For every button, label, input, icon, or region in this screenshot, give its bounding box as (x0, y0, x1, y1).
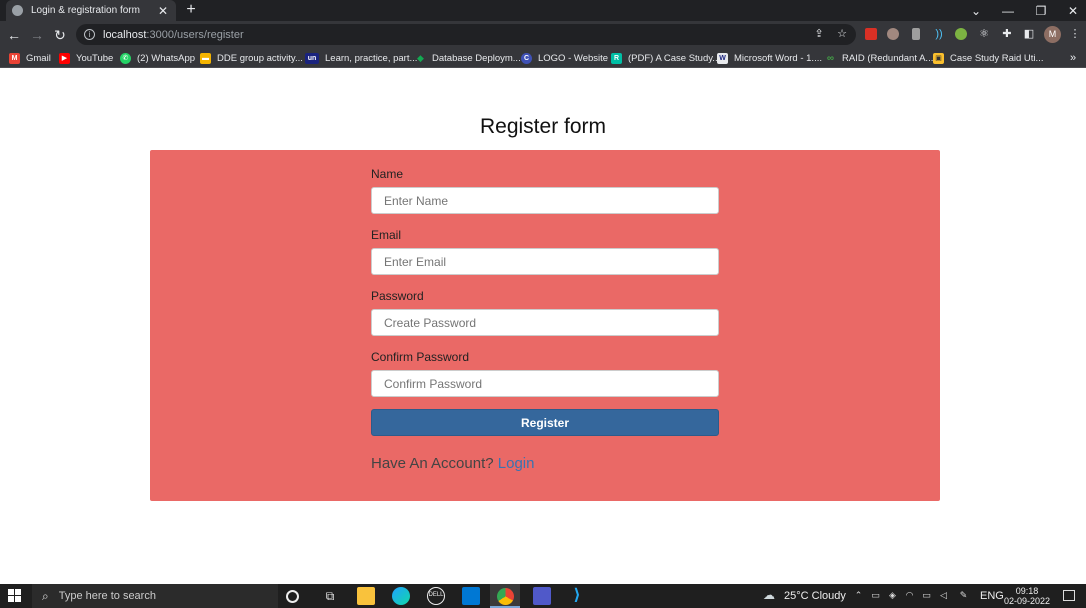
windows-taskbar: ⌕ Type here to search ⧉ DELL ⟩ ☁ 25°C Cl… (0, 584, 1086, 608)
word-doc-icon: W (717, 52, 728, 64)
bookmark-mongodb[interactable]: ◆ Database Deploym... (415, 51, 521, 65)
menu-kebab-icon[interactable]: ⋮ (1068, 27, 1082, 41)
globe-icon (12, 5, 23, 16)
bookmark-whatsapp[interactable]: ✆ (2) WhatsApp (120, 51, 195, 65)
profile-avatar[interactable]: M (1044, 26, 1061, 43)
have-account-row: Have An Account? Login (371, 455, 534, 472)
password-input[interactable] (371, 309, 719, 336)
taskbar-search-placeholder: Type here to search (58, 590, 156, 602)
doc-icon: ▣ (933, 52, 944, 64)
bookmarks-bar: M Gmail ▶ YouTube ✆ (2) WhatsApp ▬ DDE g… (0, 48, 1086, 68)
register-button[interactable]: Register (371, 409, 719, 436)
windows-start-icon[interactable] (8, 589, 22, 603)
meet-now-icon[interactable]: ▭ (870, 590, 881, 601)
extension-wave-icon[interactable]: )) (932, 27, 946, 41)
close-icon[interactable]: ✕ (156, 4, 170, 18)
register-form-card: Name Email Password Confirm Password Reg… (150, 150, 940, 501)
vscode-icon[interactable]: ⟩ (568, 587, 586, 605)
weather-text[interactable]: 25°C Cloudy (784, 584, 846, 608)
mongodb-leaf-icon: ◆ (417, 52, 424, 63)
file-explorer-icon[interactable] (357, 587, 375, 605)
volume-muted-icon[interactable]: ◁ (938, 590, 949, 601)
browser-tab[interactable]: Login & registration form ✕ (6, 0, 176, 21)
tab-title: Login & registration form (31, 5, 140, 16)
youtube-icon: ▶ (59, 52, 70, 64)
notifications-icon[interactable] (1063, 590, 1075, 601)
clock[interactable]: 09:18 02-09-2022 (1002, 586, 1052, 606)
infinity-icon: ∞ (826, 52, 835, 64)
share-icon[interactable]: ⇪ (812, 27, 826, 41)
url-host: localhost (103, 28, 147, 41)
bookmark-logo-website[interactable]: C LOGO - Website (521, 51, 608, 65)
extension-tree-icon[interactable] (955, 28, 967, 40)
mail-icon[interactable] (462, 587, 480, 605)
battery-icon[interactable]: ▭ (921, 590, 932, 601)
gmail-icon: M (9, 52, 20, 64)
bookmark-unstop[interactable]: un Learn, practice, part... (305, 51, 417, 65)
site-info-icon[interactable]: i (84, 29, 95, 40)
edge-icon[interactable] (392, 587, 410, 605)
page-title: Register form (479, 115, 607, 138)
language-indicator[interactable]: ENG (980, 584, 1004, 608)
login-link[interactable]: Login (498, 455, 535, 472)
cortana-icon[interactable] (286, 590, 299, 603)
bookmark-gmail[interactable]: M Gmail (9, 51, 51, 65)
clock-time: 09:18 (1015, 586, 1039, 596)
email-label: Email (371, 228, 402, 242)
bookmark-dde-group[interactable]: ▬ DDE group activity... (200, 51, 303, 65)
bookmarks-overflow-icon[interactable]: » (1070, 51, 1076, 65)
chrome-icon[interactable] (497, 588, 514, 605)
have-account-text: Have An Account? (371, 455, 494, 472)
dell-icon[interactable]: DELL (427, 587, 445, 605)
pen-icon[interactable]: ✎ (958, 590, 969, 601)
unstop-icon: un (305, 52, 319, 64)
wifi-icon[interactable]: ◠ (904, 590, 915, 601)
bookmark-youtube[interactable]: ▶ YouTube (59, 51, 113, 65)
teams-tray-icon[interactable]: ◈ (887, 590, 898, 601)
minimize-button[interactable]: — (992, 0, 1024, 21)
reload-icon[interactable]: ↻ (50, 25, 70, 45)
cloud-weather-icon[interactable]: ☁ (761, 589, 777, 601)
tab-search-chevron-icon[interactable]: ⌄ (960, 0, 992, 21)
browser-tab-strip: Login & registration form ✕ + ⌄ — ❐ ✕ (0, 0, 1086, 21)
teams-icon[interactable] (533, 587, 551, 605)
confirm-password-input[interactable] (371, 370, 719, 397)
back-icon[interactable]: ← (4, 25, 24, 45)
extension-bottle-icon[interactable] (912, 28, 920, 40)
tray-chevron-up-icon[interactable]: ⌃ (853, 590, 864, 601)
bookmark-pdf-case-study[interactable]: R (PDF) A Case Study... (611, 51, 720, 65)
window-close-button[interactable]: ✕ (1057, 0, 1086, 21)
researchgate-icon: R (611, 52, 622, 64)
url-path: :3000/users/register (146, 28, 244, 41)
task-view-icon[interactable]: ⧉ (321, 587, 339, 605)
restore-button[interactable]: ❐ (1025, 0, 1057, 21)
extension-react-icon[interactable]: ⚛ (977, 27, 991, 41)
extensions-puzzle-icon[interactable]: ✚ (1000, 27, 1014, 41)
bookmark-star-icon[interactable]: ☆ (835, 27, 849, 41)
address-bar[interactable]: i localhost :3000/users/register (76, 24, 856, 45)
name-label: Name (371, 167, 404, 181)
extension-face-icon[interactable] (887, 28, 899, 40)
bookmark-raid[interactable]: ∞ RAID (Redundant A... (825, 51, 933, 65)
clock-date: 02-09-2022 (1003, 596, 1051, 606)
name-input[interactable] (371, 187, 719, 214)
password-label: Password (371, 289, 424, 303)
confirm-password-label: Confirm Password (371, 350, 470, 364)
canva-icon: C (521, 52, 532, 64)
bookmark-microsoft-word[interactable]: W Microsoft Word - 1.... (717, 51, 822, 65)
forward-icon[interactable]: → (27, 25, 47, 45)
search-icon: ⌕ (42, 588, 49, 603)
side-panel-icon[interactable]: ◧ (1022, 27, 1036, 41)
page-viewport: Register form Name Email Password Confir… (0, 69, 1086, 584)
slides-icon: ▬ (200, 52, 211, 64)
extension-red-icon[interactable] (865, 28, 877, 40)
new-tab-button[interactable]: + (183, 1, 199, 19)
browser-toolbar: ← → ↻ i localhost :3000/users/register ⇪… (0, 21, 1086, 48)
whatsapp-icon: ✆ (120, 52, 131, 64)
bookmark-case-study-raid[interactable]: ▣ Case Study Raid Uti... (933, 51, 1043, 65)
email-input[interactable] (371, 248, 719, 275)
taskbar-search-box[interactable]: ⌕ Type here to search (32, 584, 278, 608)
